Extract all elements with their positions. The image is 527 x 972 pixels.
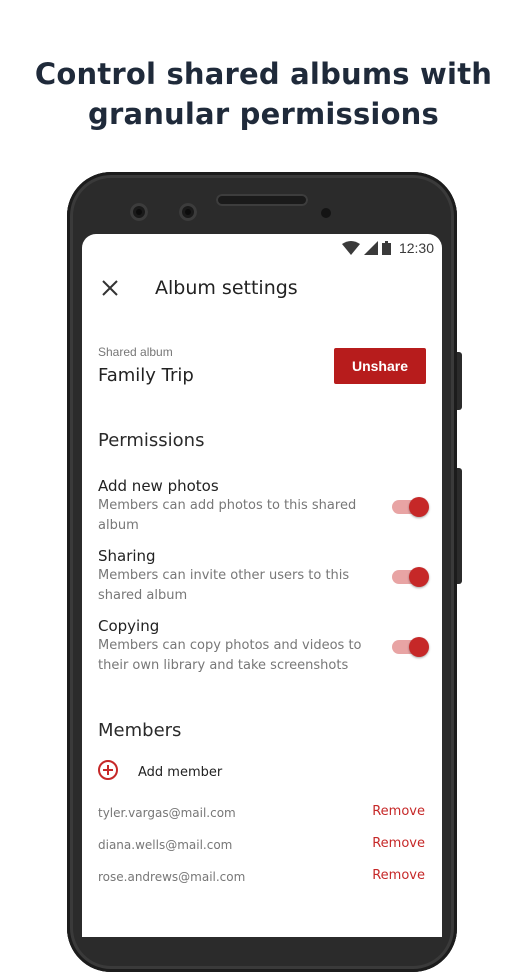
- add-circle-icon: [98, 759, 118, 785]
- member-email: diana.wells@mail.com: [98, 838, 233, 852]
- battery-icon: [381, 241, 391, 255]
- permission-title: Sharing: [98, 547, 156, 565]
- promo-headline: Control shared albums with granular perm…: [0, 54, 527, 134]
- member-email: tyler.vargas@mail.com: [98, 806, 236, 820]
- member-row: diana.wells@mail.com Remove: [98, 836, 425, 856]
- permission-sharing: Sharing Members can invite other users t…: [98, 546, 429, 606]
- cell-signal-icon: [363, 241, 378, 255]
- permission-description: Members can copy photos and videos to th…: [98, 638, 362, 673]
- earpiece-speaker: [216, 194, 308, 206]
- add-member-label: Add member: [138, 764, 223, 780]
- permission-add-photos: Add new photos Members can add photos to…: [98, 476, 429, 536]
- toggle-thumb: [409, 637, 429, 657]
- permission-description: Members can add photos to this shared al…: [98, 498, 357, 533]
- permissions-heading: Permissions: [98, 430, 205, 451]
- member-row: tyler.vargas@mail.com Remove: [98, 804, 425, 824]
- copying-toggle[interactable]: [392, 637, 429, 657]
- members-heading: Members: [98, 720, 182, 741]
- close-icon[interactable]: [98, 276, 122, 300]
- wifi-icon: [341, 241, 360, 255]
- promo-headline-line-1: Control shared albums with: [34, 57, 493, 91]
- shared-album-label: Shared album: [98, 345, 173, 359]
- member-row: rose.andrews@mail.com Remove: [98, 868, 425, 888]
- toggle-thumb: [409, 497, 429, 517]
- permission-title: Copying: [98, 617, 160, 635]
- front-camera-icon: [130, 203, 148, 221]
- phone-volume-button: [457, 468, 462, 584]
- promo-headline-line-2: granular permissions: [87, 97, 439, 131]
- remove-member-button[interactable]: Remove: [372, 868, 425, 883]
- page-title: Album settings: [155, 277, 298, 299]
- album-name: Family Trip: [98, 365, 194, 386]
- member-email: rose.andrews@mail.com: [98, 870, 246, 884]
- status-bar: 12:30: [341, 238, 434, 258]
- toggle-thumb: [409, 567, 429, 587]
- proximity-sensor: [321, 208, 331, 218]
- permission-description: Members can invite other users to this s…: [98, 568, 350, 603]
- status-time: 12:30: [398, 240, 434, 256]
- remove-member-button[interactable]: Remove: [372, 804, 425, 819]
- phone-screen: 12:30 Album settings Shared album Family…: [82, 234, 442, 937]
- phone-power-button: [457, 352, 462, 410]
- add-member-button[interactable]: Add member: [98, 759, 223, 785]
- add-photos-toggle[interactable]: [392, 497, 429, 517]
- sharing-toggle[interactable]: [392, 567, 429, 587]
- permission-copying: Copying Members can copy photos and vide…: [98, 616, 429, 676]
- app-bar: Album settings: [82, 264, 442, 316]
- remove-member-button[interactable]: Remove: [372, 836, 425, 851]
- permission-title: Add new photos: [98, 477, 219, 495]
- front-sensor-icon: [179, 203, 197, 221]
- unshare-button[interactable]: Unshare: [334, 348, 426, 384]
